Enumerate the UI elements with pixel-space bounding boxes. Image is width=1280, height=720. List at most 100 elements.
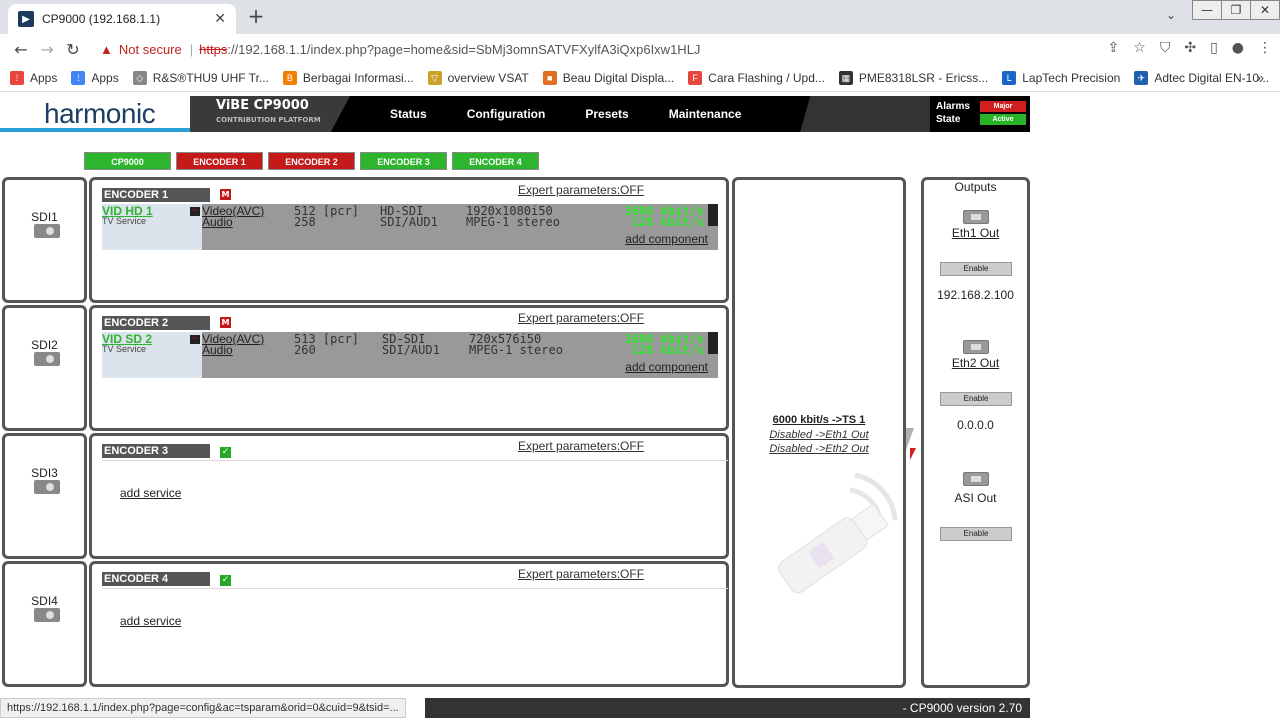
encoder-3-add-service-link[interactable]: add service xyxy=(120,486,181,500)
bookmark-apps[interactable]: ⁞ Apps xyxy=(10,70,57,85)
encoder-2-service: VID SD 2 TV Service − Video(AVC) 513 [pc… xyxy=(102,332,718,378)
extensions-puzzle-icon[interactable]: ✣ xyxy=(1184,40,1196,56)
ts-bitrate-link[interactable]: 6000 kbit/s ->TS 1 xyxy=(735,414,903,426)
logo-swoosh xyxy=(0,128,190,132)
asi-out-label: ASI Out xyxy=(954,491,997,505)
encoder-1-title: ENCODER 1 xyxy=(102,188,210,202)
nav-configuration[interactable]: Configuration xyxy=(467,107,546,121)
mouse-cursor-shadow xyxy=(906,428,914,450)
bookmark-adtec[interactable]: ✈ Adtec Digital EN-10... xyxy=(1134,70,1269,85)
browser-tab-strip: ▶ CP9000 (192.168.1.1) ✕ + ⌄ — ❐ ✕ xyxy=(0,0,1280,34)
alarms-badge[interactable]: Major xyxy=(980,101,1026,112)
encoder-1-expert-link[interactable]: Expert parameters:OFF xyxy=(518,183,644,197)
sdi2-panel[interactable]: SDI2 xyxy=(2,305,87,431)
blogger-icon: B xyxy=(282,70,297,85)
eth2-route-link[interactable]: Disabled ->Eth2 Out xyxy=(735,443,903,455)
add-component-link[interactable]: add component xyxy=(625,232,708,246)
bookmark-cara-flashing[interactable]: F Cara Flashing / Upd... xyxy=(688,70,825,85)
asi-enable-button[interactable]: Enable xyxy=(940,527,1012,541)
nav-presets[interactable]: Presets xyxy=(585,107,628,121)
tab-encoder-1[interactable]: ENCODER 1 xyxy=(176,152,263,170)
tab-search-chevron-icon[interactable]: ⌄ xyxy=(1166,8,1176,22)
minimize-icon[interactable]: — xyxy=(1192,0,1222,20)
close-tab-icon[interactable]: ✕ xyxy=(214,11,226,27)
forward-arrow-icon[interactable]: → xyxy=(34,40,60,59)
bookmark-apps-2[interactable]: ⁞ Apps xyxy=(71,70,119,85)
vsat-icon: ▽ xyxy=(427,70,442,85)
remove-service-icon[interactable]: − xyxy=(190,207,200,216)
eth2-enable-button[interactable]: Enable xyxy=(940,392,1012,406)
more-bookmarks-icon[interactable]: » xyxy=(1257,70,1264,85)
back-arrow-icon[interactable]: ← xyxy=(8,40,34,59)
bookmark-vsat[interactable]: ▽ overview VSAT xyxy=(427,70,529,85)
eth1-out-link[interactable]: Eth1 Out xyxy=(924,226,1027,240)
component-pid: 260 xyxy=(294,343,316,357)
bookmark-berbagai[interactable]: B Berbagai Informasi... xyxy=(282,70,414,85)
header-decoration xyxy=(800,96,930,132)
bookmark-rs-thu9[interactable]: ◇ R&S®THU9 UHF Tr... xyxy=(132,70,269,85)
encoder-1-panel: ENCODER 1 M Expert parameters:OFF VID HD… xyxy=(89,177,729,303)
menu-kebab-icon[interactable]: ⋮ xyxy=(1258,40,1272,56)
encoder-3-expert-link[interactable]: Expert parameters:OFF xyxy=(518,439,644,453)
alarm-state-box: Alarms Major State Active xyxy=(936,100,1026,126)
encoder-2-expert-link[interactable]: Expert parameters:OFF xyxy=(518,311,644,325)
encoder-4-expert-link[interactable]: Expert parameters:OFF xyxy=(518,567,644,581)
alarms-label: Alarms xyxy=(936,101,970,112)
product-subtitle: CONTRIBUTION PLATFORM xyxy=(216,116,321,124)
sdi4-panel[interactable]: SDI4 xyxy=(2,561,87,687)
remove-service-icon[interactable]: − xyxy=(190,335,200,344)
outputs-panel: Outputs Eth1 Out Enable 192.168.2.100 Et… xyxy=(921,177,1030,688)
window-controls: — ❐ ✕ xyxy=(1192,0,1280,20)
restore-icon[interactable]: ❐ xyxy=(1221,0,1251,20)
shield-extension-icon[interactable]: ⛉ xyxy=(1160,40,1171,56)
asi-port-icon xyxy=(963,472,989,486)
add-component-link[interactable]: add component xyxy=(625,360,708,374)
service-type: TV Service xyxy=(102,344,147,354)
nav-status[interactable]: Status xyxy=(390,107,427,121)
encoder-4-add-service-link[interactable]: add service xyxy=(120,614,181,628)
sdi1-camera-icon xyxy=(34,224,60,238)
window-close-icon[interactable]: ✕ xyxy=(1250,0,1280,20)
encoder-2-title: ENCODER 2 xyxy=(102,316,210,330)
tab-encoder-3[interactable]: ENCODER 3 xyxy=(360,152,447,170)
component-format: MPEG-1 stereo xyxy=(469,343,563,357)
tab-cp9000[interactable]: CP9000 xyxy=(84,152,171,170)
bookmark-pme8318[interactable]: ▦ PME8318LSR - Ericss... xyxy=(838,70,988,85)
url-bar[interactable]: ▲ Not secure | https ://192.168.1.1/inde… xyxy=(100,37,1120,61)
sdi3-panel[interactable]: SDI3 xyxy=(2,433,87,559)
nav-maintenance[interactable]: Maintenance xyxy=(669,107,742,121)
encoder-1-major-badge: M xyxy=(220,189,231,200)
profile-avatar-icon[interactable]: ● xyxy=(1232,40,1244,56)
browser-status-url: https://192.168.1.1/index.php?page=confi… xyxy=(0,698,406,718)
sdi1-panel[interactable]: SDI1 xyxy=(2,177,87,303)
eth2-out-link[interactable]: Eth2 Out xyxy=(924,356,1027,370)
apps-grid-icon: ⁞ xyxy=(71,70,86,85)
toolbar-icons: ⇪ ☆ ⛉ ✣ ▯ ● ⋮ xyxy=(1108,40,1272,56)
bookmark-laptech[interactable]: L LapTech Precision xyxy=(1002,70,1120,85)
share-icon[interactable]: ⇪ xyxy=(1108,40,1120,56)
bookmark-beau[interactable]: ■ Beau Digital Displa... xyxy=(542,70,674,85)
apps-grid-icon: ⁞ xyxy=(10,70,24,85)
encoder-3-panel: ENCODER 3 ✓ Expert parameters:OFF add se… xyxy=(89,433,729,559)
component-name-link[interactable]: Audio xyxy=(202,215,233,229)
harmonic-logo[interactable]: harmonic xyxy=(44,98,156,130)
bookmark-star-icon[interactable]: ☆ xyxy=(1133,40,1146,56)
encoder-2-major-badge: M xyxy=(220,317,231,328)
sdi3-label: SDI3 xyxy=(31,466,58,480)
browser-tab[interactable]: ▶ CP9000 (192.168.1.1) ✕ xyxy=(8,4,236,34)
component-name-link[interactable]: Audio xyxy=(202,343,233,357)
sdi4-camera-icon xyxy=(34,608,60,622)
tab-encoder-4[interactable]: ENCODER 4 xyxy=(452,152,539,170)
reload-icon[interactable]: ↻ xyxy=(60,40,86,59)
eth1-route-link[interactable]: Disabled ->Eth1 Out xyxy=(735,429,903,441)
eth1-enable-button[interactable]: Enable xyxy=(940,262,1012,276)
bitrate-bar xyxy=(708,332,718,354)
tab-encoder-2[interactable]: ENCODER 2 xyxy=(268,152,355,170)
encoder-3-title: ENCODER 3 xyxy=(102,444,210,458)
sdi2-label: SDI2 xyxy=(31,338,58,352)
component-row-audio: Audio 260 SDI/AUD1 MPEG-1 stereo 128 kbi… xyxy=(202,343,718,357)
state-label: State xyxy=(936,114,961,125)
new-tab-icon[interactable]: + xyxy=(244,4,268,28)
side-panel-icon[interactable]: ▯ xyxy=(1210,40,1218,56)
not-secure-label[interactable]: Not secure xyxy=(119,42,182,57)
